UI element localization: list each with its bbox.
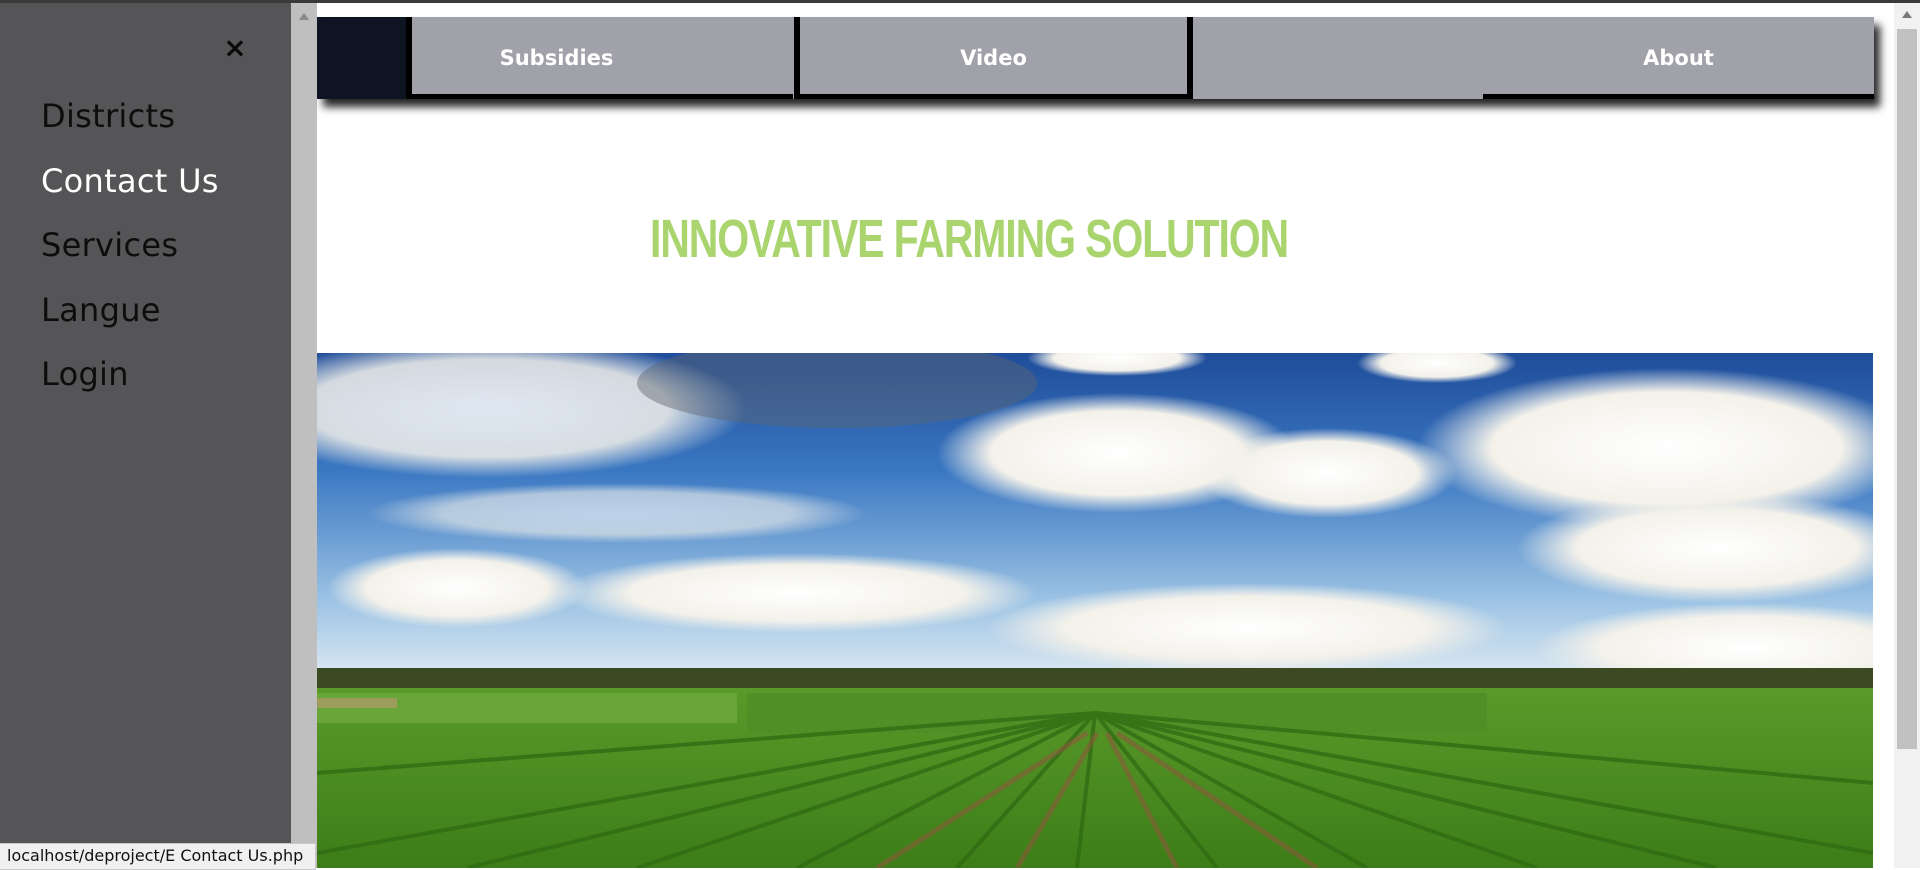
navbar-underline [406,94,793,99]
top-navbar: Subsidies Video About [317,17,1874,99]
sidebar-item-districts[interactable]: Districts [41,91,219,156]
tab-blank[interactable] [1193,17,1483,99]
sidebar-item-language[interactable]: Langue [41,285,219,350]
navbar-underline [800,94,1187,99]
tab-video[interactable]: Video [800,17,1187,99]
navbar-underline [1483,94,1874,99]
sidebar: × Districts Contact Us Services Langue L… [0,3,291,868]
main-content: Subsidies Video About INNOVATIVE FARMING… [317,3,1894,868]
scrollbar-thumb[interactable] [1897,29,1917,749]
tab-about[interactable]: About [1483,17,1874,99]
sidebar-item-login[interactable]: Login [41,349,219,414]
page-left-scroll-gutter[interactable] [291,3,317,868]
scroll-up-arrow-icon[interactable] [299,13,309,20]
navbar-logo-block[interactable] [317,17,406,99]
scroll-up-arrow-icon[interactable] [1902,11,1912,18]
status-bar-url: localhost/deproject/E Contact Us.php [0,843,317,870]
sidebar-nav: Districts Contact Us Services Langue Log… [41,91,219,414]
sidebar-item-services[interactable]: Services [41,220,219,285]
close-icon[interactable]: × [220,33,250,63]
farm-landscape-image [317,353,1873,868]
sidebar-item-contact-us[interactable]: Contact Us [41,156,219,221]
tab-subsidies[interactable]: Subsidies [412,17,701,99]
page-headline: INNOVATIVE FARMING SOLUTION [650,209,1289,269]
vertical-scrollbar[interactable] [1894,3,1920,868]
